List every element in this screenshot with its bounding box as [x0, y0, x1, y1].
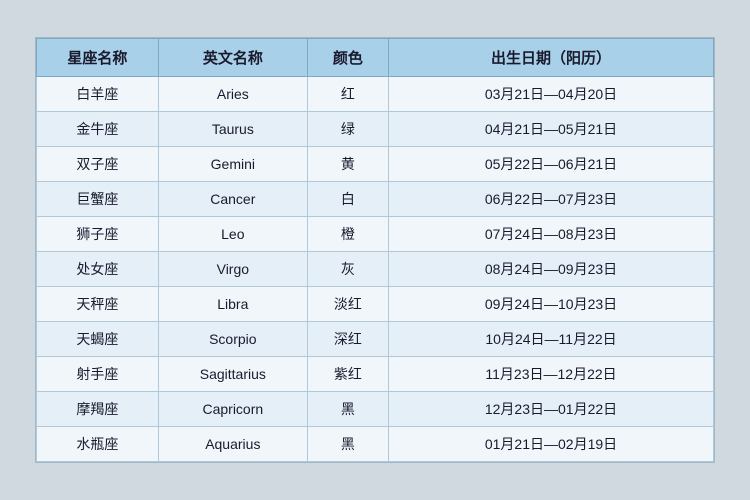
cell-date: 01月21日—02月19日 [389, 427, 714, 462]
cell-date: 03月21日—04月20日 [389, 77, 714, 112]
cell-color: 红 [307, 77, 388, 112]
table-row: 水瓶座Aquarius黑01月21日—02月19日 [37, 427, 714, 462]
cell-date: 09月24日—10月23日 [389, 287, 714, 322]
cell-english: Gemini [158, 147, 307, 182]
cell-color: 橙 [307, 217, 388, 252]
cell-chinese: 天秤座 [37, 287, 159, 322]
cell-chinese: 巨蟹座 [37, 182, 159, 217]
cell-date: 10月24日—11月22日 [389, 322, 714, 357]
cell-color: 白 [307, 182, 388, 217]
cell-date: 06月22日—07月23日 [389, 182, 714, 217]
cell-english: Aquarius [158, 427, 307, 462]
cell-chinese: 摩羯座 [37, 392, 159, 427]
zodiac-table-container: 星座名称 英文名称 颜色 出生日期（阳历） 白羊座Aries红03月21日—04… [35, 37, 715, 463]
cell-chinese: 处女座 [37, 252, 159, 287]
cell-color: 灰 [307, 252, 388, 287]
table-row: 双子座Gemini黄05月22日—06月21日 [37, 147, 714, 182]
table-row: 射手座Sagittarius紫红11月23日—12月22日 [37, 357, 714, 392]
zodiac-table: 星座名称 英文名称 颜色 出生日期（阳历） 白羊座Aries红03月21日—04… [36, 38, 714, 462]
cell-chinese: 天蝎座 [37, 322, 159, 357]
cell-date: 07月24日—08月23日 [389, 217, 714, 252]
header-color: 颜色 [307, 39, 388, 77]
cell-color: 黑 [307, 427, 388, 462]
cell-english: Capricorn [158, 392, 307, 427]
cell-color: 绿 [307, 112, 388, 147]
cell-color: 黄 [307, 147, 388, 182]
table-row: 摩羯座Capricorn黑12月23日—01月22日 [37, 392, 714, 427]
cell-english: Libra [158, 287, 307, 322]
cell-chinese: 水瓶座 [37, 427, 159, 462]
cell-chinese: 射手座 [37, 357, 159, 392]
table-row: 天蝎座Scorpio深红10月24日—11月22日 [37, 322, 714, 357]
table-row: 金牛座Taurus绿04月21日—05月21日 [37, 112, 714, 147]
table-body: 白羊座Aries红03月21日—04月20日金牛座Taurus绿04月21日—0… [37, 77, 714, 462]
cell-chinese: 金牛座 [37, 112, 159, 147]
cell-chinese: 双子座 [37, 147, 159, 182]
cell-english: Taurus [158, 112, 307, 147]
cell-english: Virgo [158, 252, 307, 287]
table-row: 白羊座Aries红03月21日—04月20日 [37, 77, 714, 112]
cell-english: Cancer [158, 182, 307, 217]
cell-color: 淡红 [307, 287, 388, 322]
table-row: 处女座Virgo灰08月24日—09月23日 [37, 252, 714, 287]
table-row: 巨蟹座Cancer白06月22日—07月23日 [37, 182, 714, 217]
header-birthdate: 出生日期（阳历） [389, 39, 714, 77]
cell-date: 12月23日—01月22日 [389, 392, 714, 427]
cell-date: 11月23日—12月22日 [389, 357, 714, 392]
cell-color: 紫红 [307, 357, 388, 392]
table-row: 狮子座Leo橙07月24日—08月23日 [37, 217, 714, 252]
cell-english: Aries [158, 77, 307, 112]
cell-color: 深红 [307, 322, 388, 357]
cell-english: Scorpio [158, 322, 307, 357]
cell-date: 05月22日—06月21日 [389, 147, 714, 182]
table-row: 天秤座Libra淡红09月24日—10月23日 [37, 287, 714, 322]
cell-english: Sagittarius [158, 357, 307, 392]
cell-color: 黑 [307, 392, 388, 427]
table-header-row: 星座名称 英文名称 颜色 出生日期（阳历） [37, 39, 714, 77]
header-chinese-name: 星座名称 [37, 39, 159, 77]
cell-date: 08月24日—09月23日 [389, 252, 714, 287]
cell-chinese: 狮子座 [37, 217, 159, 252]
cell-date: 04月21日—05月21日 [389, 112, 714, 147]
cell-chinese: 白羊座 [37, 77, 159, 112]
header-english-name: 英文名称 [158, 39, 307, 77]
cell-english: Leo [158, 217, 307, 252]
